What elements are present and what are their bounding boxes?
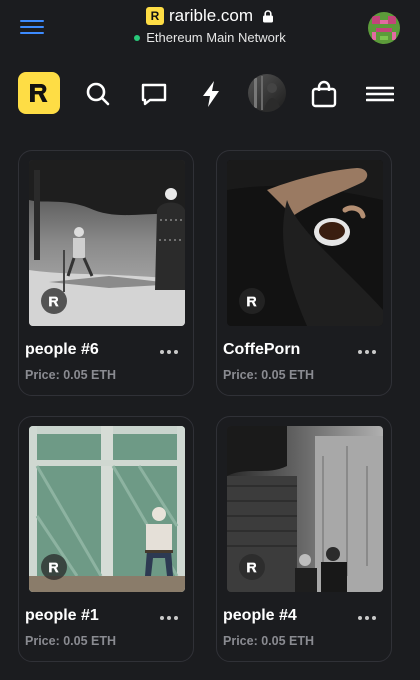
more-options-icon[interactable]	[159, 349, 179, 355]
rarible-badge-icon	[41, 288, 67, 314]
network-name: Ethereum Main Network	[146, 30, 286, 45]
hamburger-menu-icon[interactable]	[366, 80, 394, 108]
address-bar[interactable]: R rarible.com Ethereum Main Network	[0, 6, 420, 46]
nft-image[interactable]	[227, 160, 383, 326]
more-options-icon[interactable]	[357, 615, 377, 621]
app-navbar	[0, 66, 420, 122]
browser-bar: R rarible.com Ethereum Main Network	[0, 0, 420, 56]
nft-card[interactable]: people #6 Price: 0.05 ETH	[18, 150, 194, 396]
nft-card[interactable]: people #1 Price: 0.05 ETH	[18, 416, 194, 662]
nft-price: Price: 0.05 ETH	[223, 368, 315, 382]
chat-icon[interactable]	[140, 80, 168, 108]
rarible-badge-icon	[239, 554, 265, 580]
lightning-icon[interactable]	[198, 80, 226, 108]
more-options-icon[interactable]	[159, 615, 179, 621]
rarible-badge-icon	[41, 554, 67, 580]
more-options-icon[interactable]	[357, 349, 377, 355]
nft-image[interactable]	[29, 160, 185, 326]
nft-price: Price: 0.05 ETH	[223, 634, 315, 648]
nft-image[interactable]	[227, 426, 383, 592]
nft-image[interactable]	[29, 426, 185, 592]
nft-title: people #4	[223, 607, 297, 624]
site-favicon-icon: R	[145, 7, 164, 25]
rarible-logo[interactable]	[18, 72, 60, 114]
nft-title: people #1	[25, 607, 99, 624]
url-domain: rarible.com	[168, 6, 254, 25]
nft-card[interactable]: people #4 Price: 0.05 ETH	[216, 416, 392, 662]
wallet-avatar[interactable]	[368, 12, 400, 44]
nft-price: Price: 0.05 ETH	[25, 634, 117, 648]
shopping-bag-icon[interactable]	[310, 80, 338, 108]
rarible-logo-icon	[30, 84, 48, 102]
rarible-badge-icon	[239, 288, 265, 314]
nft-title: people #6	[25, 341, 99, 358]
nft-title: CoffePorn	[223, 341, 301, 358]
network-status-dot	[134, 34, 141, 41]
nft-card[interactable]: CoffePorn Price: 0.05 ETH	[216, 150, 392, 396]
lock-icon	[263, 9, 274, 22]
search-icon[interactable]	[84, 80, 112, 108]
nft-price: Price: 0.05 ETH	[25, 368, 117, 382]
profile-avatar[interactable]	[248, 74, 286, 112]
